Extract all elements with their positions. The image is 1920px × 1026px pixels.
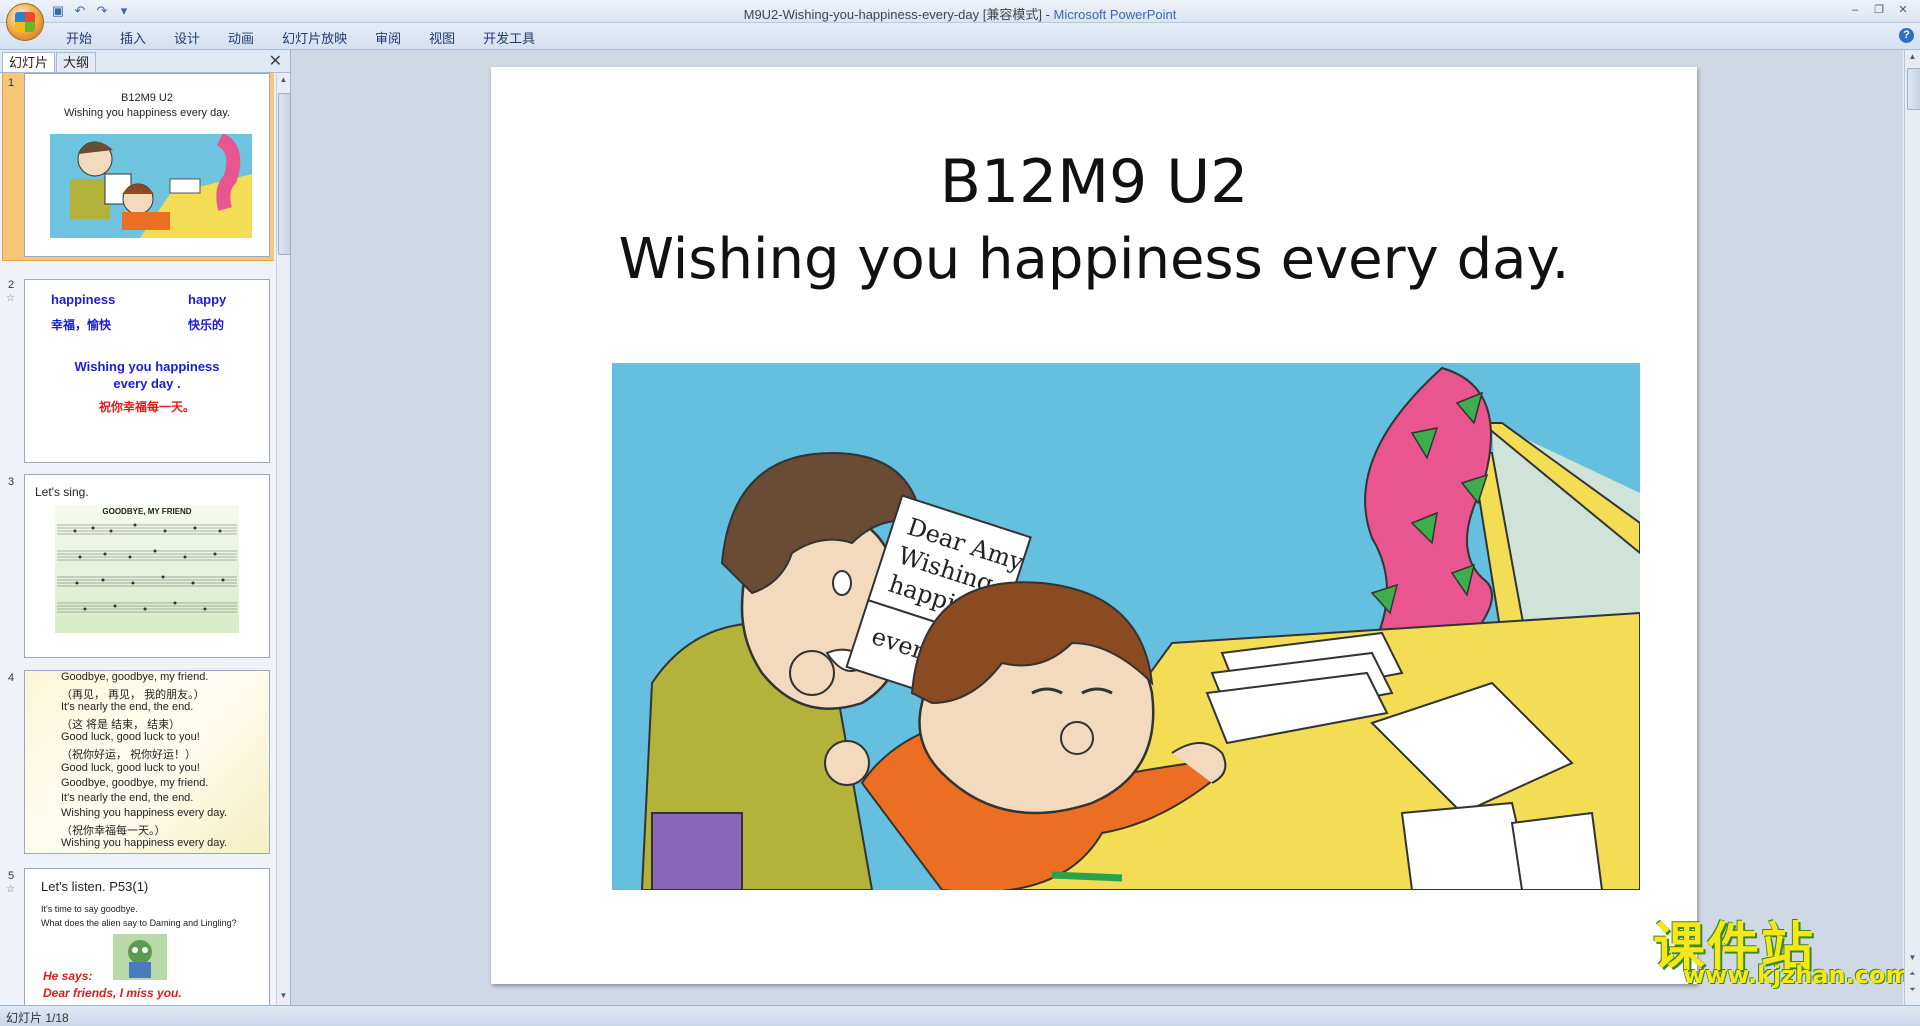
thumb4-line: Wishing you happiness every day. (61, 837, 228, 849)
thumb-number: 1 (8, 77, 15, 89)
tab-outline[interactable]: 大纲 (56, 52, 97, 72)
thumb2-word1: happiness (51, 292, 116, 307)
thumb4-line: （祝你幸福每一天。） (61, 825, 166, 837)
animation-star-icon: ☆ (6, 884, 15, 895)
help-icon[interactable]: ? (1899, 28, 1914, 43)
close-icon[interactable]: ✕ (1892, 2, 1914, 18)
thumb-slide-4[interactable]: Goodbye, goodbye, my friend. （再见， 再见， 我的… (24, 670, 270, 854)
window-title: M9U2-Wishing-you-happiness-every-day [兼容… (0, 4, 1920, 23)
thumb5-line2: What does the alien say to Daming and Li… (41, 918, 237, 928)
thumbnails-scrollbar[interactable]: ▲ ▼ (276, 73, 291, 1005)
thumb4-line: Goodbye, goodbye, my friend. (61, 777, 209, 789)
document-title: M9U2-Wishing-you-happiness-every-day [兼容… (743, 7, 1054, 22)
app-name: Microsoft PowerPoint (1053, 7, 1177, 22)
window-controls: – ❐ ✕ (1844, 2, 1914, 18)
thumb5-line1: It's time to say goodbye. (41, 904, 138, 914)
thumb2-cn2: 快乐的 (188, 318, 225, 332)
thumb4-line: Good luck, good luck to you! (61, 731, 200, 743)
scroll-thumb[interactable] (278, 93, 291, 255)
thumb5-title: Let's listen. P53(1) (41, 879, 149, 894)
thumb5-says: He says: (43, 969, 93, 983)
tab-home[interactable]: 开始 (52, 28, 106, 47)
thumb-slide-1[interactable]: B12M9 U2 Wishing you happiness every day… (24, 73, 270, 257)
scroll-up-icon[interactable]: ▲ (1907, 52, 1918, 64)
tab-slideshow[interactable]: 幻灯片放映 (268, 28, 361, 47)
thumb-number: 3 (8, 476, 15, 488)
current-slide[interactable]: B12M9 U2 Wishing you happiness every day… (491, 67, 1697, 984)
tab-design[interactable]: 设计 (160, 28, 214, 47)
thumb-number: 5 (8, 870, 15, 882)
thumb-number: 2 (8, 279, 15, 291)
thumb5-alien-image (113, 934, 167, 980)
panel-close-icon[interactable]: ✕ (269, 51, 282, 71)
slide-counter: 幻灯片 1/18 (6, 1011, 69, 1025)
thumb2-cn-sentence: 祝你幸福每一天。 (98, 400, 195, 414)
scroll-down-icon[interactable]: ▼ (278, 991, 289, 1003)
ribbon: 开始 插入 设计 动画 幻灯片放映 审阅 视图 开发工具 ? (0, 23, 1920, 50)
thumb2-eng2: every day . (113, 376, 181, 391)
thumb2-eng1: Wishing you happiness (74, 359, 220, 374)
thumb-number: 4 (8, 672, 15, 684)
watermark-url: www.kjzhan.com (1683, 961, 1911, 989)
thumb4-line: （这 将是 结束， 结束） (61, 719, 181, 731)
slide-thumbnails[interactable]: 1 B12M9 U2 Wishing you happiness every d… (0, 73, 274, 1005)
slides-panel: 大纲 幻灯片 ✕ 1 B12M9 U2 Wishing you happines… (0, 50, 291, 1005)
office-button[interactable] (6, 3, 44, 41)
scroll-up-icon[interactable]: ▲ (278, 75, 289, 87)
tab-animations[interactable]: 动画 (214, 28, 268, 47)
thumb-slide-2[interactable]: happiness happy 幸福，愉快 快乐的 Wishing you ha… (24, 279, 270, 463)
tab-review[interactable]: 审阅 (361, 28, 415, 47)
panel-tabs: 大纲 幻灯片 ✕ (0, 50, 290, 73)
thumb4-line: It's nearly the end, the end. (61, 792, 194, 804)
tab-insert[interactable]: 插入 (106, 28, 160, 47)
thumb3-staff (57, 523, 237, 613)
animation-star-icon: ☆ (6, 293, 15, 304)
thumb4-line: Good luck, good luck to you! (61, 762, 200, 774)
thumb3-song-title: GOODBYE, MY FRIEND (102, 507, 192, 516)
thumb3-title: Let's sing. (35, 485, 89, 499)
title-bar: ▣ ↶ ↷ ▾ M9U2-Wishing-you-happiness-every… (0, 0, 1920, 23)
thumb3-sheet: GOODBYE, MY FRIEND (55, 505, 239, 633)
thumb4-line: Wishing you happiness every day. (61, 807, 228, 819)
tab-slides[interactable]: 幻灯片 (2, 52, 56, 72)
slide-title[interactable]: B12M9 U2 (491, 147, 1697, 217)
scroll-down-icon[interactable]: ▼ (1907, 953, 1918, 965)
slide-editor: B12M9 U2 Wishing you happiness every day… (291, 50, 1910, 1005)
thumb-slide-5[interactable]: Let's listen. P53(1) It's time to say go… (24, 868, 270, 1005)
thumb5-quote: Dear friends, I miss you. (43, 986, 182, 1000)
slide-illustration[interactable]: Dear Amy Wishing you happiness every day… (612, 363, 1640, 890)
editor-scrollbar[interactable]: ▲ ▼ ⏶ ⏷ (1904, 50, 1920, 1005)
next-slide-icon[interactable]: ⏷ (1907, 985, 1918, 997)
thumb4-line: （再见， 再见， 我的朋友。） (61, 689, 205, 701)
status-bar: 幻灯片 1/18 (0, 1005, 1920, 1026)
thumb2-word2: happy (188, 292, 227, 307)
scroll-thumb[interactable] (1907, 68, 1920, 110)
tab-view[interactable]: 视图 (415, 28, 469, 47)
thumb4-line: It's nearly the end, the end. (61, 701, 194, 713)
thumb4-line: （祝你好运， 祝你好运！） (61, 749, 197, 761)
thumb1-illustration (50, 134, 252, 238)
minimize-icon[interactable]: – (1844, 2, 1866, 18)
tab-developer[interactable]: 开发工具 (469, 28, 549, 47)
office-logo-icon (15, 12, 35, 32)
thumb1-title: B12M9 U2 (121, 92, 173, 104)
previous-slide-icon[interactable]: ⏶ (1907, 969, 1918, 981)
thumb2-cn1: 幸福，愉快 (51, 318, 112, 332)
thumb1-subtitle: Wishing you happiness every day. (63, 107, 231, 119)
watermark-logo: 课件站 www.kjzhan.com (1653, 905, 1910, 989)
slide-subtitle[interactable]: Wishing you happiness every day. (491, 227, 1697, 292)
thumb-slide-3[interactable]: Let's sing. GOODBYE, MY FRIEND (24, 474, 270, 658)
ribbon-tabs: 开始 插入 设计 动画 幻灯片放映 审阅 视图 开发工具 (52, 28, 549, 47)
restore-icon[interactable]: ❐ (1868, 2, 1890, 18)
thumb4-line: Goodbye, goodbye, my friend. (61, 671, 209, 683)
